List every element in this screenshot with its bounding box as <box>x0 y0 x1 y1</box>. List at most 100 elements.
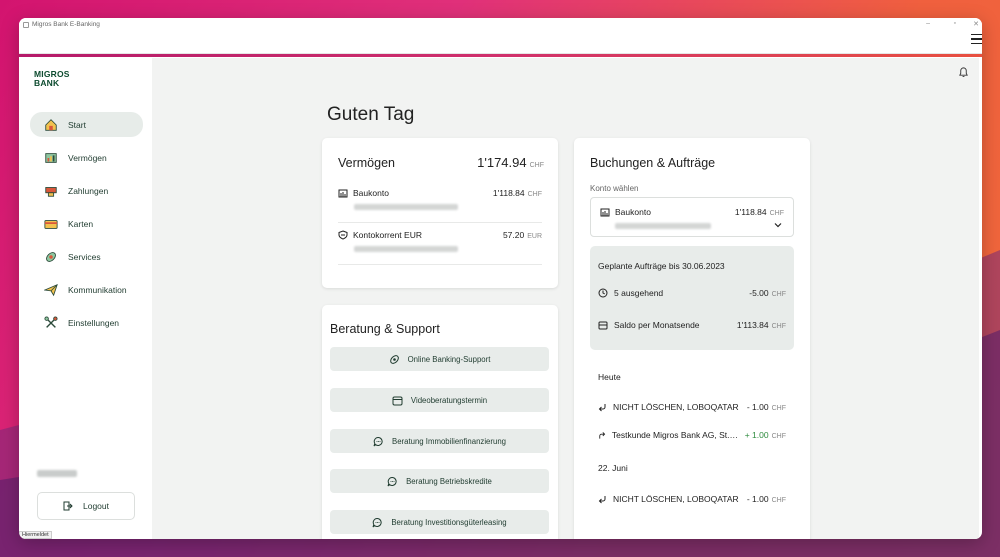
chat-icon <box>372 517 382 527</box>
videoberatungstermin-button[interactable]: Videoberatungstermin <box>330 388 549 412</box>
online-banking-support-button[interactable]: Online Banking-Support <box>330 347 549 371</box>
beratung-betriebskredite-button[interactable]: Beratung Betriebskredite <box>330 469 549 493</box>
day-heading: 22. Juni <box>598 463 628 473</box>
sidebar-item-label: Start <box>68 119 86 130</box>
title-bar: Migros Bank E-Banking – ▫ ✕ <box>19 18 982 54</box>
logo-line-2: BANK <box>34 77 60 88</box>
vermoegen-title: Vermögen <box>338 156 395 170</box>
transaction-currency: CHF <box>771 433 786 440</box>
minimize-button[interactable]: – <box>926 20 930 27</box>
sidebar-item-label: Karten <box>68 218 94 229</box>
selected-account-currency: CHF <box>769 210 784 217</box>
maximize-button[interactable]: ▫ <box>954 20 956 27</box>
bell-icon[interactable] <box>958 66 969 78</box>
sidebar-item-label: Kommunikation <box>68 284 127 295</box>
sidebar-item-karten[interactable]: Karten <box>30 211 143 236</box>
building-account-icon <box>600 208 610 217</box>
transaction-currency: CHF <box>771 405 786 412</box>
close-button[interactable]: ✕ <box>973 20 979 28</box>
wallet-icon <box>598 321 608 330</box>
window-title: Migros Bank E-Banking <box>23 21 100 28</box>
button-label: Beratung Immobilienfinanzierung <box>392 436 506 446</box>
beratung-immobilienfinanzierung-button[interactable]: Beratung Immobilienfinanzierung <box>330 429 549 453</box>
tools-icon <box>44 315 58 328</box>
app-window: Migros Bank E-Banking – ▫ ✕ MIGROS BANK … <box>19 18 982 539</box>
incoming-arrow-icon <box>598 495 606 503</box>
chevron-down-icon[interactable] <box>774 222 782 228</box>
window-title-text: Migros Bank E-Banking <box>32 21 100 28</box>
account-amount: 57.20 <box>502 230 525 240</box>
incoming-arrow-icon <box>598 403 606 411</box>
selected-account-amount: 1'118.84 <box>734 207 767 217</box>
app-content: MIGROS BANK Start Vermögen Zahlungen Kar… <box>22 58 979 539</box>
beratung-investitionsgueterleasing-button[interactable]: Beratung Investitionsgüterleasing <box>330 510 549 534</box>
transaction-row[interactable]: NICHT LÖSCHEN, LOBOQATAR - 1.00 CHF <box>598 494 786 504</box>
card-icon <box>44 219 58 229</box>
migros-bank-logo[interactable]: MIGROS BANK <box>34 70 70 87</box>
transaction-row[interactable]: NICHT LÖSCHEN, LOBOQATAR - 1.00 CHF <box>598 402 786 412</box>
shield-account-icon <box>338 230 348 240</box>
sidebar-item-kommunikation[interactable]: Kommunikation <box>30 277 143 302</box>
vermoegen-total-amount: 1'174.94 <box>477 155 527 170</box>
sidebar-item-label: Zahlungen <box>68 185 109 196</box>
planned-row-currency: CHF <box>771 323 786 330</box>
vermoegen-total: 1'174.94 CHF <box>477 155 544 170</box>
transaction-row[interactable]: Testkunde Migros Bank AG, St. Gallen + 1… <box>598 430 786 440</box>
divider <box>338 264 542 265</box>
clock-icon <box>598 288 608 298</box>
button-label: Online Banking-Support <box>407 354 491 364</box>
transaction-name: NICHT LÖSCHEN, LOBOQATAR <box>613 494 739 504</box>
chat-icon <box>387 476 397 486</box>
calendar-icon <box>392 396 403 405</box>
transaction-amount: + 1.00 <box>744 430 769 440</box>
account-currency: CHF <box>527 191 542 198</box>
beratung-card: Beratung & Support Online Banking-Suppor… <box>322 305 558 539</box>
divider <box>338 222 542 223</box>
planned-row-label: Saldo per Monatsende <box>614 320 700 330</box>
selected-account-name: Baukonto <box>615 207 651 217</box>
selected-account-iban <box>615 223 711 229</box>
button-label: Beratung Investitionsgüterleasing <box>391 517 507 527</box>
sidebar-item-label: Vermögen <box>68 152 107 163</box>
vermoegen-total-currency: CHF <box>529 162 544 169</box>
payments-icon <box>45 186 57 197</box>
sidebar-item-zahlungen[interactable]: Zahlungen <box>30 178 143 203</box>
logout-label: Logout <box>83 501 109 511</box>
sidebar-item-label: Services <box>68 251 101 262</box>
transaction-name: NICHT LÖSCHEN, LOBOQATAR <box>613 402 739 412</box>
account-currency: EUR <box>527 233 542 240</box>
button-label: Videoberatungstermin <box>410 395 488 405</box>
konto-select[interactable]: Baukonto 1'118.84 CHF <box>590 197 794 237</box>
support-icon <box>389 354 399 364</box>
sidebar-item-vermoegen[interactable]: Vermögen <box>30 145 143 170</box>
planned-outgoing-row[interactable]: 5 ausgehend -5.00 CHF <box>598 288 786 298</box>
planned-orders-header: Geplante Aufträge bis 30.06.2023 <box>598 261 725 271</box>
paper-plane-icon <box>44 283 58 296</box>
account-iban <box>354 246 458 252</box>
services-icon <box>46 251 56 262</box>
home-icon <box>45 118 57 131</box>
planned-row-label: 5 ausgehend <box>614 288 664 298</box>
account-name: Baukonto <box>353 188 389 198</box>
logout-icon <box>63 501 73 511</box>
planned-row-amount: 1'113.84 <box>736 320 769 330</box>
sidebar-item-services[interactable]: Services <box>30 244 143 269</box>
planned-row-amount: -5.00 <box>749 288 769 298</box>
account-amount: 1'118.84 <box>492 188 525 198</box>
sidebar-item-einstellungen[interactable]: Einstellungen <box>30 310 143 335</box>
assets-icon <box>45 152 57 163</box>
account-iban <box>354 204 458 210</box>
day-heading: Heute <box>598 372 621 382</box>
account-row[interactable]: Baukonto 1'118.84 CHF <box>338 188 542 210</box>
hamburger-menu-icon[interactable] <box>971 34 982 44</box>
vermoegen-card[interactable]: Vermögen 1'174.94 CHF Baukonto 1'118.84 CH… <box>322 138 558 288</box>
planned-row-currency: CHF <box>771 291 786 298</box>
logout-button[interactable]: Logout <box>37 492 135 520</box>
transaction-amount: - 1.00 <box>746 402 769 412</box>
app-icon <box>23 21 29 28</box>
accent-bar <box>19 54 982 57</box>
chat-icon <box>373 436 383 446</box>
buchungen-card: Buchungen & Aufträge Konto wählen Baukon… <box>574 138 810 539</box>
sidebar-item-start[interactable]: Start <box>30 112 143 137</box>
account-row[interactable]: Kontokorrent EUR 57.20 EUR <box>338 230 542 252</box>
